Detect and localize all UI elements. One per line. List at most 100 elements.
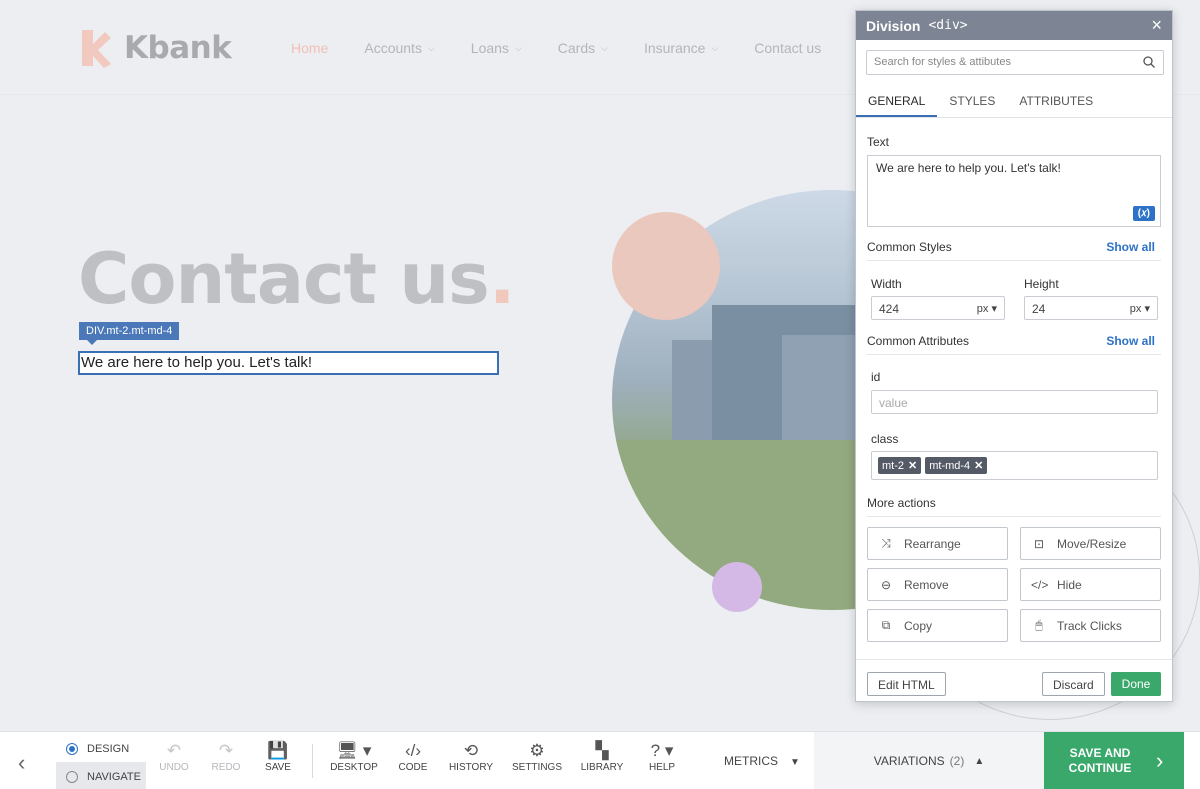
nav-item-loans[interactable]: Loans ⌵ xyxy=(471,40,522,56)
redo-icon: ↷ xyxy=(218,741,234,760)
history-icon: ⟲ xyxy=(463,741,479,760)
text-field[interactable]: We are here to help you. Let's talk! (𝑥) xyxy=(867,155,1161,227)
show-all-styles-link[interactable]: Show all xyxy=(1106,240,1155,254)
unit-label: px xyxy=(1129,303,1142,315)
metrics-label: METRICS xyxy=(724,754,778,768)
divider xyxy=(867,516,1161,517)
height-field[interactable]: 24 px ▾ xyxy=(1024,296,1158,320)
kbank-logo-icon xyxy=(78,28,112,68)
panel-element-tag: <div> xyxy=(928,18,968,33)
show-all-attributes-link[interactable]: Show all xyxy=(1106,334,1155,348)
unit-label: px xyxy=(976,303,989,315)
nav-item-accounts[interactable]: Accounts ⌵ xyxy=(364,40,434,56)
hide-button[interactable]: </> Hide xyxy=(1020,568,1161,601)
tab-styles[interactable]: STYLES xyxy=(937,87,1007,117)
metrics-dropdown[interactable]: METRICS ▼ xyxy=(724,754,800,768)
id-placeholder: value xyxy=(879,396,908,410)
toolbar-separator xyxy=(312,744,313,778)
more-actions-label: More actions xyxy=(867,496,936,510)
divider xyxy=(867,354,1161,355)
back-arrow-icon[interactable]: ‹ xyxy=(18,750,25,776)
button-label: HELP xyxy=(648,762,676,773)
nav-item-insurance[interactable]: Insurance ⌵ xyxy=(644,40,718,56)
discard-button[interactable]: Discard xyxy=(1042,672,1105,696)
save-icon: 💾 xyxy=(267,741,289,760)
panel-header[interactable]: Division <div> × xyxy=(856,11,1172,40)
site-logo[interactable]: Kbank xyxy=(78,28,232,68)
chevron-down-icon: ⌵ xyxy=(601,42,608,53)
remove-chip-icon[interactable]: ✕ xyxy=(908,460,917,472)
tab-general[interactable]: GENERAL xyxy=(856,87,938,117)
height-unit-select[interactable]: px ▾ xyxy=(1130,302,1150,315)
button-label: SETTINGS xyxy=(511,762,562,773)
edit-html-button[interactable]: Edit HTML xyxy=(867,672,946,696)
width-field[interactable]: 424 px ▾ xyxy=(871,296,1005,320)
help-button[interactable]: ? ▾ HELP xyxy=(640,740,684,773)
nav-item-contact[interactable]: Contact us xyxy=(754,40,821,56)
action-label: Rearrange xyxy=(904,536,961,551)
class-field[interactable]: mt-2 ✕ mt-md-4 ✕ xyxy=(871,451,1158,480)
search-input[interactable]: Search for styles & attibutes xyxy=(866,50,1164,75)
mode-label: NAVIGATE xyxy=(87,770,141,783)
code-button[interactable]: ‹/› CODE xyxy=(394,740,432,773)
copy-icon: ⧉ xyxy=(881,618,891,632)
variable-button[interactable]: (𝑥) xyxy=(1132,206,1155,221)
chip-label: mt-2 xyxy=(882,460,904,472)
nav-item-cards[interactable]: Cards ⌵ xyxy=(558,40,608,56)
desktop-view-button[interactable]: 🖥 ▾ DESKTOP xyxy=(328,740,380,773)
chevron-down-icon: ⌵ xyxy=(711,42,719,53)
navigate-mode-toggle[interactable]: NAVIGATE xyxy=(56,762,146,789)
divider xyxy=(867,260,1161,261)
history-button[interactable]: ⟲ HISTORY xyxy=(446,740,496,773)
rearrange-button[interactable]: ⤨ Rearrange xyxy=(867,527,1008,560)
save-and-continue-button[interactable]: SAVE AND CONTINUE › xyxy=(1044,732,1184,789)
undo-button[interactable]: ↶ UNDO xyxy=(156,740,192,773)
save-button[interactable]: 💾 SAVE xyxy=(260,740,296,773)
mouse-icon: 🖱 xyxy=(1035,618,1043,632)
remove-button[interactable]: ⊖ Remove xyxy=(867,568,1008,601)
library-button[interactable]: ▚ LIBRARY xyxy=(578,740,626,773)
width-unit-select[interactable]: px ▾ xyxy=(977,302,997,315)
class-label: class xyxy=(871,432,899,446)
close-icon[interactable]: × xyxy=(1151,15,1162,36)
button-label: SAVE xyxy=(265,762,291,773)
button-label: HISTORY xyxy=(448,762,494,773)
help-icon: ? ▾ xyxy=(650,741,674,760)
track-clicks-button[interactable]: 🖱 Track Clicks xyxy=(1020,609,1161,642)
id-field[interactable]: value xyxy=(871,390,1158,414)
action-label: Move/Resize xyxy=(1057,536,1127,551)
design-mode-toggle[interactable]: DESIGN xyxy=(56,734,146,763)
hide-icon: </> xyxy=(1031,577,1049,592)
nav-label: Cards xyxy=(557,40,596,56)
code-icon: ‹/› xyxy=(404,741,422,760)
search-icon xyxy=(1143,56,1155,68)
redo-button[interactable]: ↷ REDO xyxy=(208,740,244,773)
tab-attributes[interactable]: ATTRIBUTES xyxy=(1007,87,1105,117)
mode-label: DESIGN xyxy=(87,742,130,755)
button-label: UNDO xyxy=(159,762,189,773)
selected-element-tag[interactable]: DIV.mt-2.mt-md-4 xyxy=(79,322,180,345)
radio-icon xyxy=(66,770,78,783)
chevron-down-icon: ⌵ xyxy=(514,42,522,53)
settings-button[interactable]: ⚙ SETTINGS xyxy=(510,740,564,773)
copy-button[interactable]: ⧉ Copy xyxy=(867,609,1008,642)
variations-dropdown[interactable]: VARIATIONS (2) ▲ xyxy=(814,732,1044,789)
chevron-down-icon: ⌵ xyxy=(427,42,435,53)
chip-label: mt-md-4 xyxy=(929,460,971,472)
library-icon: ▚ xyxy=(595,741,609,760)
class-chip: mt-2 ✕ xyxy=(878,457,922,474)
nav-item-home[interactable]: Home xyxy=(291,40,328,56)
desktop-icon: 🖥 ▾ xyxy=(336,741,372,760)
done-button[interactable]: Done xyxy=(1111,672,1161,696)
hero-title[interactable]: Contact us. xyxy=(78,238,515,320)
move-resize-button[interactable]: ⊡ Move/Resize xyxy=(1020,527,1161,560)
caret-down-icon: ▼ xyxy=(790,757,800,768)
action-label: Remove xyxy=(904,577,949,592)
decorative-circle-peach xyxy=(612,212,720,320)
remove-chip-icon[interactable]: ✕ xyxy=(974,460,983,472)
text-field-value: We are here to help you. Let's talk! xyxy=(876,161,1061,175)
nav-label: Insurance xyxy=(643,40,706,56)
height-label: Height xyxy=(1024,277,1059,291)
caret-up-icon: ▲ xyxy=(974,755,985,767)
selected-element[interactable]: We are here to help you. Let's talk! xyxy=(78,351,499,375)
